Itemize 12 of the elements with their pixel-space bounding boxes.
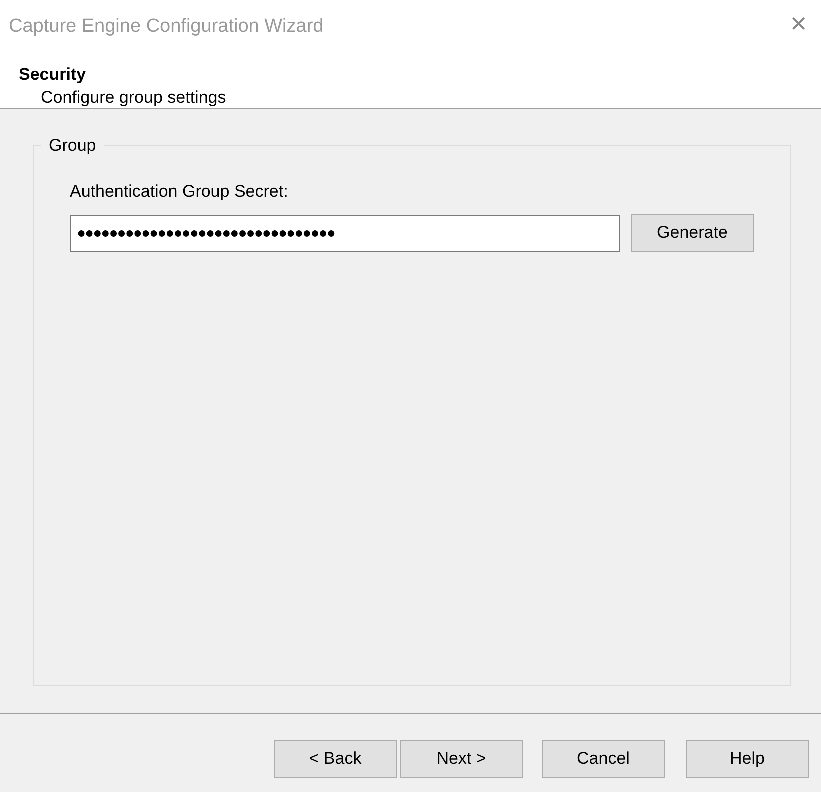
generate-button[interactable]: Generate <box>631 214 754 252</box>
secret-input-field[interactable]: ●●●●●●●●●●●●●●●●●●●●●●●●●●●●●●●● <box>70 214 620 252</box>
back-button[interactable]: < Back <box>274 740 397 778</box>
cancel-button[interactable]: Cancel <box>542 740 665 778</box>
group-legend: Group <box>41 133 104 158</box>
window-title: Capture Engine Configuration Wizard <box>9 15 324 39</box>
close-button[interactable]: × <box>790 8 807 40</box>
page-title: Security <box>19 64 86 86</box>
page-subtitle: Configure group settings <box>41 87 226 109</box>
field-label: Authentication Group Secret: <box>70 180 290 202</box>
next-button[interactable]: Next > <box>400 740 523 778</box>
help-button[interactable]: Help <box>686 740 809 778</box>
